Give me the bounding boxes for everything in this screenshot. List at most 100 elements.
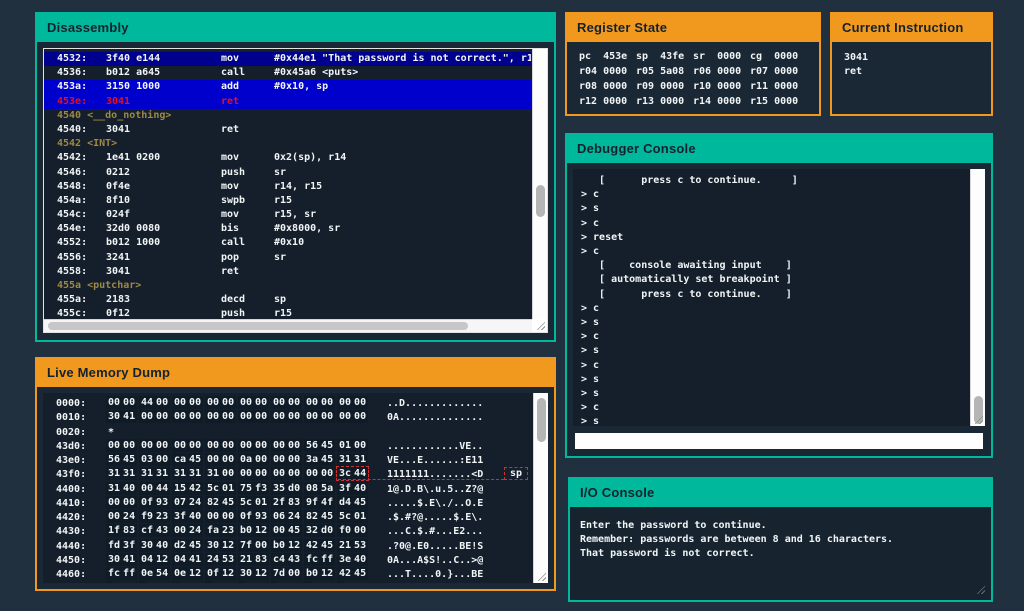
disassembly-horizontal-scrollbar-thumb[interactable] [48,322,468,330]
debugger-console-line: > c [581,188,967,202]
disassembly-row[interactable]: 454a:8f10swpbr15 [44,194,531,208]
current-instruction-title: Current Instruction [842,20,964,35]
disassembly-mnemonic: ret [221,95,239,109]
memory-cell: 9f4f [304,496,335,509]
io-console-header[interactable]: I/O Console [570,479,991,507]
disassembly-row[interactable]: 453e:3041ret [44,95,531,109]
disassembly-row[interactable]: 4558:3041ret [44,265,531,279]
io-console-line: Enter the password to continue. [580,519,981,533]
disassembly-bytes: b012 1000 [106,236,160,250]
memory-ascii: 0A.............. [387,411,483,424]
disassembly-row[interactable]: 455c:0f12pushr15 [44,307,531,319]
memory-cell: 0000 [271,410,302,423]
memory-cell [238,581,245,583]
memory-cell: 5c01 [205,482,236,495]
memory-ascii: 1@.D.B\.u.5..Z?@ [387,483,483,496]
disassembly-resize-corner[interactable] [532,319,547,332]
disassembly-row[interactable]: 4532:3f40 e144mov#0x44e1 "That password … [44,52,531,66]
disassembly-row[interactable]: 455a:2183decdsp [44,293,531,307]
register-value: r06 0000 [693,66,750,77]
memory-cell: 7d00 [271,567,302,580]
memory-cell: 0f93 [238,510,269,523]
disassembly-address: 454e: [57,222,87,236]
debugger-workspace: Disassembly 4532:3f40 e144mov#0x44e1 "Th… [0,0,1024,611]
disassembly-row[interactable]: 4556:3241popsr [44,251,531,265]
memory-address: 43d0: [56,440,86,453]
disassembly-address: 455a: [57,293,87,307]
memory-cell: 3131 [106,467,137,480]
disassembly-label-row[interactable]: 4540 <__do_nothing> [44,109,531,123]
memory-cell: 3040 [139,539,170,552]
disassembly-mnemonic: call [221,236,245,250]
memory-cell [172,581,179,583]
memory-ascii: .?0@.E0.....BE!S [387,540,483,553]
disassembly-mnemonic: push [221,307,245,319]
disassembly-row[interactable]: 4542:1e41 0200mov0x2(sp), r14 [44,151,531,165]
debugger-console-header[interactable]: Debugger Console [567,135,991,163]
disassembly-row[interactable]: 4552:b012 1000call#0x10 [44,236,531,250]
memory-cell: 0000 [139,439,170,452]
memory-cell: 0624 [271,510,302,523]
memory-cell: 3041 [106,553,137,566]
disassembly-label-row[interactable]: 4542 <INT> [44,137,531,151]
debugger-console-input[interactable] [575,433,983,449]
memory-cell: 0045 [271,524,302,537]
memory-row: 43e0:56450300ca4500000a0000003a453131VE.… [43,453,532,467]
memory-row-partial [43,581,532,583]
disassembly-operands: #0x10, sp [274,80,328,94]
io-console-output: Enter the password to continue.Remember:… [570,507,991,600]
disassembly-row[interactable]: 4546:0212pushsr [44,166,531,180]
disassembly-row[interactable]: 454e:32d0 0080bis#0x8000, sr [44,222,531,236]
disassembly-bytes: b012 a645 [106,66,160,80]
debugger-console-scrollbar[interactable] [970,169,985,426]
memory-dump-scrollbar[interactable] [533,393,548,583]
memory-cell: 4400 [139,396,170,409]
disassembly-row[interactable]: 4548:0f4emovr14, r15 [44,180,531,194]
memory-cell: 2153 [337,539,368,552]
disassembly-mnemonic: pop [221,251,239,265]
memory-dump-header[interactable]: Live Memory Dump [37,359,554,387]
disassembly-label-row[interactable]: 455a <putchar> [44,279,531,293]
disassembly-bytes: 3041 [106,265,130,279]
disassembly-mnemonic: mov [221,52,239,66]
memory-address: 4450: [56,554,86,567]
disassembly-row[interactable]: 4540:3041ret [44,123,531,137]
memory-cell [271,581,278,583]
register-value: pc 453e [579,51,636,62]
sp-pointer-line-icon [338,479,504,480]
register-value: r11 0000 [750,81,807,92]
register-state-title: Register State [577,20,667,35]
disassembly-row[interactable]: 454c:024fmovr15, sr [44,208,531,222]
memory-row: 4420:0024f9233f4000000f93062482455c01.$.… [43,510,532,524]
disassembly-row[interactable]: 453a:3150 1000add#0x10, sp [44,80,531,94]
memory-address: 43e0: [56,454,86,467]
register-value: r13 0000 [636,96,693,107]
memory-ascii: ...C.$.#...E2... [387,525,483,538]
debugger-console-lines: [ press c to continue. ]> c> s> c> reset… [581,174,967,426]
memory-cell: 0000 [337,396,368,409]
disassembly-vertical-scrollbar-thumb[interactable] [536,185,545,217]
memory-cell: 4245 [304,539,335,552]
register-state-header[interactable]: Register State [567,14,819,42]
memory-cell: 3131 [139,467,170,480]
debugger-console-panel: Debugger Console [ press c to continue. … [565,133,993,458]
disassembly-address: 4548: [57,180,87,194]
disassembly-address: 453a: [57,80,87,94]
memory-dump-viewport: 0000:00004400000000000000000000000000..D… [43,393,548,583]
memory-cell: d245 [172,539,203,552]
disassembly-row[interactable]: 4536:b012 a645call#0x45a6 <puts> [44,66,531,80]
memory-cell: 3f40 [172,510,203,523]
memory-dump-scrollbar-thumb[interactable] [537,398,546,442]
disassembly-title: Disassembly [47,20,129,35]
current-instruction-header[interactable]: Current Instruction [832,14,991,42]
disassembly-vertical-scrollbar[interactable] [532,49,547,319]
disassembly-mnemonic: add [221,80,239,94]
disassembly-header[interactable]: Disassembly [37,14,554,42]
memory-cell: 0441 [172,553,203,566]
debugger-console-body: [ press c to continue. ]> c> s> c> reset… [567,163,991,456]
memory-cell: b012 [238,524,269,537]
memory-cell: 0000 [271,396,302,409]
memory-cell: fcff [304,553,335,566]
disassembly-horizontal-scrollbar[interactable] [44,319,532,332]
debugger-console-line: > c [581,245,967,259]
